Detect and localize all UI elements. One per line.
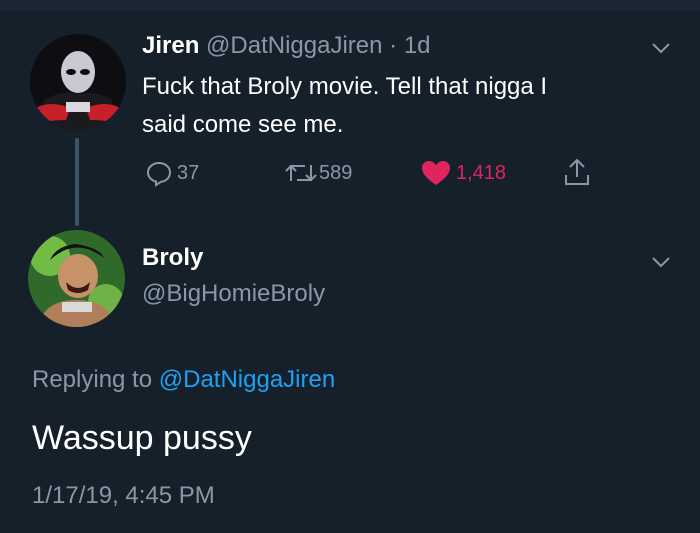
tweet2-timestamp[interactable]: 1/17/19, 4:45 PM — [32, 482, 215, 510]
like-count: 1,418 — [456, 161, 507, 184]
replying-to: Replying to @DatNiggaJiren — [32, 366, 335, 394]
jiren-handle[interactable]: @DatNiggaJiren — [206, 32, 382, 59]
broly-avatar[interactable] — [28, 230, 125, 327]
top-divider — [0, 0, 700, 10]
tweet1-header: Jiren @DatNiggaJiren · 1d — [142, 32, 431, 62]
tweet1-text-line2: said come see me. — [142, 111, 344, 138]
replying-handle-link[interactable]: @DatNiggaJiren — [159, 366, 335, 393]
reply-action[interactable]: 37 — [145, 159, 199, 187]
chevron-down-icon[interactable] — [651, 42, 671, 54]
jiren-avatar[interactable] — [30, 34, 126, 130]
like-action[interactable]: 1,418 — [420, 159, 506, 187]
replying-prefix: Replying to — [32, 366, 153, 393]
jiren-name[interactable]: Jiren — [142, 32, 199, 59]
tweet1-text-line1: Fuck that Broly movie. Tell that nigga I — [142, 73, 548, 100]
heart-icon — [422, 161, 450, 185]
reply-count: 37 — [177, 161, 200, 184]
thread-connector — [75, 138, 79, 226]
tweet1-time[interactable]: · 1d — [389, 32, 430, 59]
tweet2-text: Wassup pussy — [32, 419, 252, 457]
chevron-down-icon[interactable] — [651, 256, 671, 268]
share-icon[interactable] — [562, 157, 592, 189]
retweet-icon — [285, 164, 317, 182]
broly-handle[interactable]: @BigHomieBroly — [142, 280, 325, 308]
retweet-action[interactable]: 589 — [283, 159, 352, 187]
tweet1-text: Fuck that Broly movie. Tell that nigga I… — [142, 68, 547, 144]
retweet-count: 589 — [319, 161, 353, 184]
broly-name[interactable]: Broly — [142, 244, 203, 272]
reply-icon — [146, 161, 172, 187]
